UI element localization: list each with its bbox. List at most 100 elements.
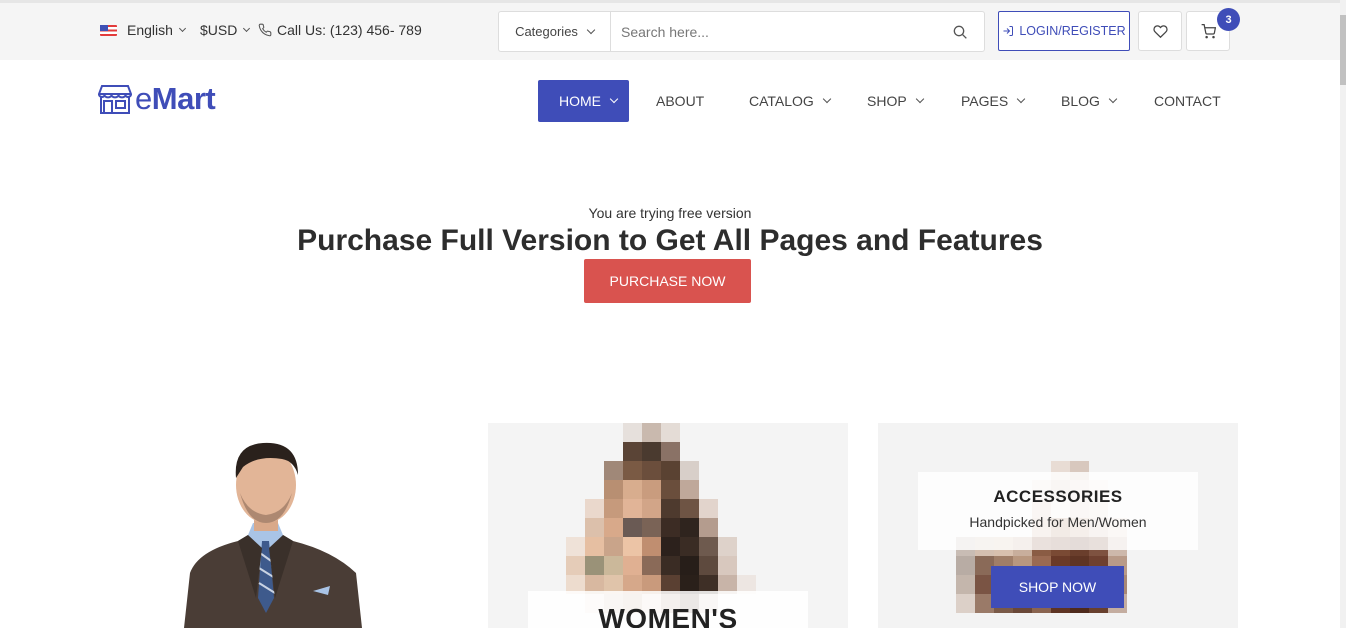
image-pixel — [1089, 613, 1108, 628]
image-pixel — [604, 556, 623, 575]
site-logo[interactable]: eMart — [98, 81, 216, 117]
heart-icon — [1152, 24, 1168, 38]
categories-label: Categories — [515, 24, 578, 39]
image-pixel — [623, 480, 642, 499]
image-pixel — [642, 518, 661, 537]
image-pixel — [585, 423, 604, 442]
image-pixel — [661, 480, 680, 499]
image-pixel — [937, 594, 956, 613]
nav-pages-label: PAGES — [961, 93, 1009, 109]
image-pixel — [737, 518, 756, 537]
image-pixel — [956, 556, 975, 575]
search-button[interactable] — [936, 12, 984, 51]
nav-contact[interactable]: CONTACT — [1154, 80, 1221, 122]
image-pixel — [642, 499, 661, 518]
nav-home[interactable]: HOME — [538, 80, 629, 122]
image-pixel — [737, 556, 756, 575]
image-pixel — [642, 423, 661, 442]
accessories-card: ACCESSORIES Handpicked for Men/Women — [918, 472, 1198, 550]
accessories-title: ACCESSORIES — [993, 487, 1123, 506]
image-pixel — [547, 480, 566, 499]
image-pixel — [642, 442, 661, 461]
page-scrollbar[interactable] — [1340, 0, 1346, 628]
image-pixel — [975, 613, 994, 628]
top-bar: English $USD Call Us: (123) 456- 789 Cat… — [0, 0, 1340, 60]
image-pixel — [680, 518, 699, 537]
image-pixel — [547, 556, 566, 575]
image-pixel — [1032, 613, 1051, 628]
shop-now-button[interactable]: SHOP NOW — [991, 566, 1124, 608]
image-pixel — [604, 461, 623, 480]
purchase-now-button[interactable]: PURCHASE NOW — [584, 259, 751, 303]
image-pixel — [642, 461, 661, 480]
image-pixel — [699, 480, 718, 499]
image-pixel — [718, 423, 737, 442]
cart-icon — [1201, 23, 1216, 38]
image-pixel — [566, 423, 585, 442]
cart-button[interactable]: 3 — [1186, 8, 1240, 51]
image-pixel — [937, 613, 956, 628]
image-pixel — [566, 556, 585, 575]
image-pixel — [680, 499, 699, 518]
image-pixel — [718, 537, 737, 556]
image-pixel — [547, 499, 566, 518]
image-pixel — [585, 461, 604, 480]
nav-contact-label: CONTACT — [1154, 93, 1221, 109]
nav-blog-label: BLOG — [1061, 93, 1100, 109]
nav-pages[interactable]: PAGES — [961, 80, 1026, 122]
search-input[interactable] — [611, 12, 936, 51]
image-pixel — [737, 423, 756, 442]
image-pixel — [585, 537, 604, 556]
image-pixel — [680, 480, 699, 499]
login-register-button[interactable]: LOGIN/REGISTER — [998, 11, 1130, 51]
language-label: English — [127, 22, 173, 38]
image-pixel — [718, 499, 737, 518]
nav-catalog[interactable]: CATALOG — [749, 80, 832, 122]
image-pixel — [699, 499, 718, 518]
scrollbar-thumb[interactable] — [1340, 15, 1346, 85]
nav-shop[interactable]: SHOP — [867, 80, 924, 122]
wishlist-button[interactable] — [1138, 11, 1182, 51]
image-pixel — [956, 594, 975, 613]
accessories-subtitle: Handpicked for Men/Women — [969, 514, 1147, 530]
currency-selector[interactable]: $USD — [200, 22, 251, 38]
image-pixel — [956, 575, 975, 594]
image-pixel — [1127, 613, 1146, 628]
image-pixel — [699, 556, 718, 575]
search-bar: Categories — [498, 11, 985, 52]
image-pixel — [699, 423, 718, 442]
image-pixel — [566, 537, 585, 556]
image-pixel — [604, 480, 623, 499]
image-pixel — [566, 480, 585, 499]
categories-dropdown[interactable]: Categories — [499, 12, 611, 51]
image-pixel — [737, 442, 756, 461]
image-pixel — [1013, 613, 1032, 628]
image-pixel — [1127, 575, 1146, 594]
men-model-image — [184, 442, 362, 628]
cart-count-badge: 3 — [1217, 8, 1240, 31]
image-pixel — [937, 556, 956, 575]
chevron-down-icon — [822, 94, 832, 104]
chevron-down-icon — [586, 25, 596, 34]
image-pixel — [623, 442, 642, 461]
image-pixel — [699, 461, 718, 480]
image-pixel — [737, 461, 756, 480]
nav-home-label: HOME — [559, 93, 601, 109]
language-selector[interactable]: English — [100, 22, 186, 38]
store-icon — [98, 85, 132, 114]
nav-blog[interactable]: BLOG — [1061, 80, 1118, 122]
women-banner[interactable]: WOMEN'S — [488, 423, 848, 628]
accessories-banner[interactable]: ACCESSORIES Handpicked for Men/Women SHO… — [878, 423, 1238, 628]
womens-banner-title: WOMEN'S — [528, 591, 808, 628]
image-pixel — [623, 556, 642, 575]
men-banner[interactable] — [98, 423, 458, 628]
chevron-down-icon — [1016, 94, 1026, 104]
image-pixel — [937, 575, 956, 594]
image-pixel — [1070, 613, 1089, 628]
nav-about[interactable]: ABOUT — [656, 80, 704, 122]
us-flag-icon — [100, 24, 117, 36]
image-pixel — [718, 480, 737, 499]
image-pixel — [661, 537, 680, 556]
image-pixel — [604, 537, 623, 556]
phone-icon — [258, 23, 272, 37]
